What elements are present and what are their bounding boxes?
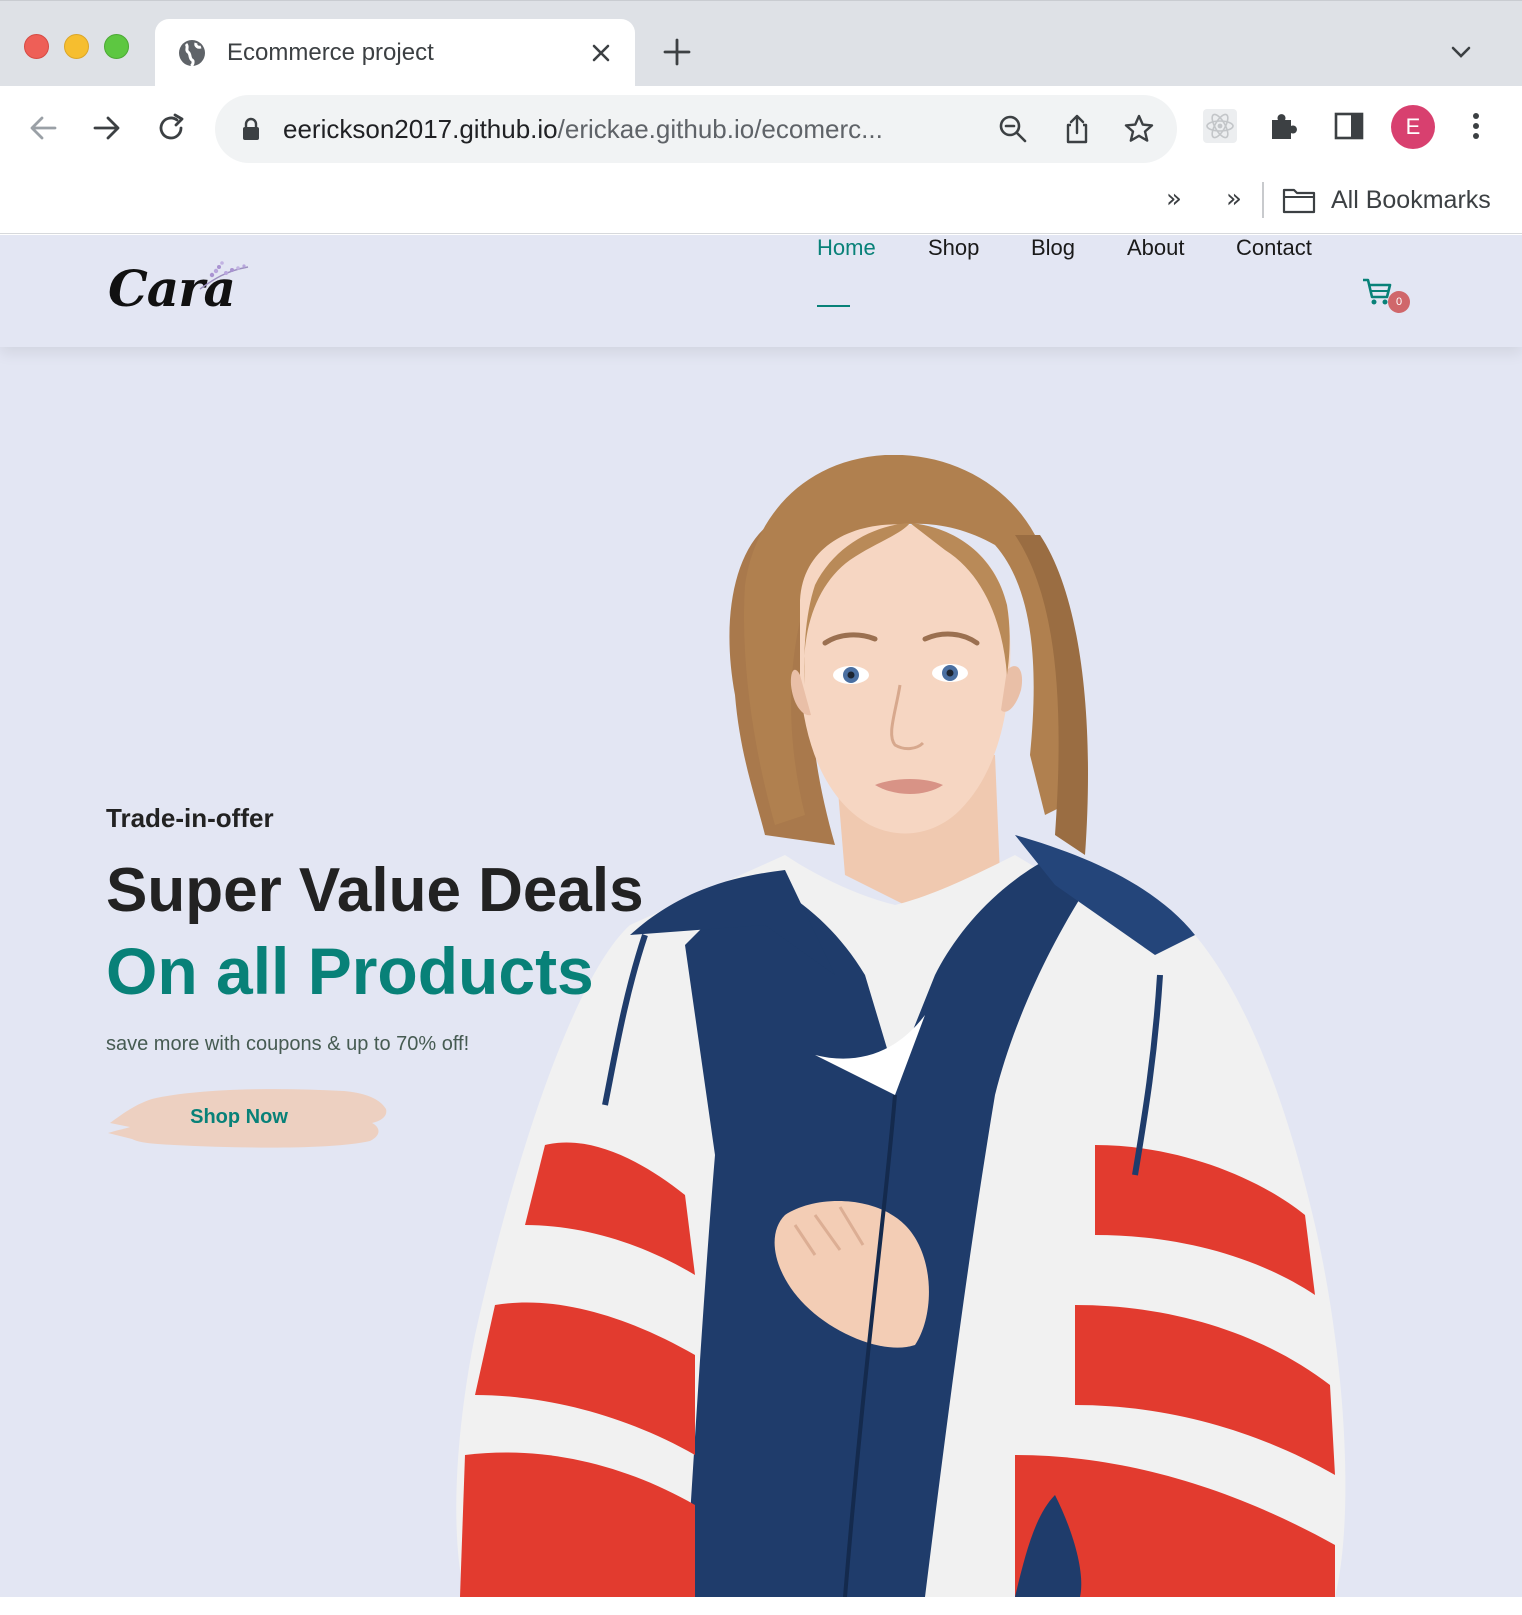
side-panel-icon[interactable] bbox=[1331, 108, 1367, 144]
lavender-sprig-icon bbox=[199, 261, 249, 290]
browser-tab-strip: Ecommerce project bbox=[0, 0, 1522, 87]
hero-model-image bbox=[456, 455, 1346, 1597]
url-path: /erickae.github.io/ecomerc... bbox=[557, 114, 883, 144]
lock-icon[interactable] bbox=[241, 117, 261, 141]
close-tab-icon[interactable] bbox=[587, 39, 615, 67]
site-header: Cara Home Shop Blog About Contact 0 bbox=[0, 235, 1522, 347]
puzzle-extensions-icon[interactable] bbox=[1266, 108, 1302, 144]
nav-shop[interactable]: Shop bbox=[928, 235, 979, 261]
reload-icon[interactable] bbox=[153, 110, 189, 146]
nav-contact[interactable]: Contact bbox=[1236, 235, 1312, 261]
url-host: eerickson2017.github.io bbox=[283, 114, 558, 144]
chevron-down-icon[interactable] bbox=[1448, 41, 1474, 63]
bookmark-star-icon[interactable] bbox=[1123, 113, 1155, 145]
nav-home[interactable]: Home bbox=[817, 235, 876, 261]
profile-avatar[interactable]: E bbox=[1391, 105, 1435, 149]
kebab-menu-icon[interactable] bbox=[1458, 108, 1494, 144]
back-arrow-icon[interactable] bbox=[25, 110, 61, 146]
cart-count-badge: 0 bbox=[1388, 291, 1410, 313]
forward-arrow-icon[interactable] bbox=[89, 110, 125, 146]
nav-about[interactable]: About bbox=[1127, 235, 1185, 261]
browser-tab[interactable]: Ecommerce project bbox=[155, 19, 635, 87]
shop-now-button[interactable]: Shop Now bbox=[104, 1083, 390, 1151]
tab-title: Ecommerce project bbox=[227, 39, 434, 66]
nav-active-underline bbox=[817, 305, 850, 307]
hero-kicker: Trade-in-offer bbox=[106, 803, 274, 833]
react-devtools-extension-icon[interactable] bbox=[1202, 108, 1238, 144]
share-icon[interactable] bbox=[1061, 113, 1093, 145]
url-text[interactable]: eerickson2017.github.io/erickae.github.i… bbox=[283, 114, 973, 145]
minimize-window-button[interactable] bbox=[64, 34, 89, 59]
hero-headline-accent: On all Products bbox=[106, 934, 594, 1008]
all-bookmarks-link[interactable]: All Bookmarks bbox=[1331, 186, 1491, 215]
nav-blog[interactable]: Blog bbox=[1031, 235, 1075, 261]
new-tab-icon[interactable] bbox=[662, 37, 692, 67]
web-page: Cara Home Shop Blog About Contact 0 Trad… bbox=[0, 235, 1522, 1597]
address-bar[interactable]: eerickson2017.github.io/erickae.github.i… bbox=[215, 95, 1177, 163]
page-bottom-edge bbox=[0, 1597, 1522, 1615]
zoom-out-icon[interactable] bbox=[997, 113, 1029, 145]
folder-icon[interactable] bbox=[1282, 186, 1316, 214]
hero-headline: Super Value Deals bbox=[106, 856, 644, 925]
bookmarks-overflow-button[interactable]: » bbox=[1166, 184, 1182, 214]
maximize-window-button[interactable] bbox=[104, 34, 129, 59]
browser-toolbar: eerickson2017.github.io/erickae.github.i… bbox=[0, 86, 1522, 170]
shop-now-label: Shop Now bbox=[190, 1106, 288, 1128]
bookmarks-divider bbox=[1262, 182, 1264, 218]
close-window-button[interactable] bbox=[24, 34, 49, 59]
site-logo[interactable]: Cara bbox=[108, 253, 249, 329]
globe-icon bbox=[179, 40, 205, 68]
hero-subtext: save more with coupons & up to 70% off! bbox=[106, 1033, 470, 1055]
bookmarks-bar: » » All Bookmarks bbox=[0, 170, 1522, 234]
bookmarks-overflow-button-2[interactable]: » bbox=[1226, 184, 1242, 214]
